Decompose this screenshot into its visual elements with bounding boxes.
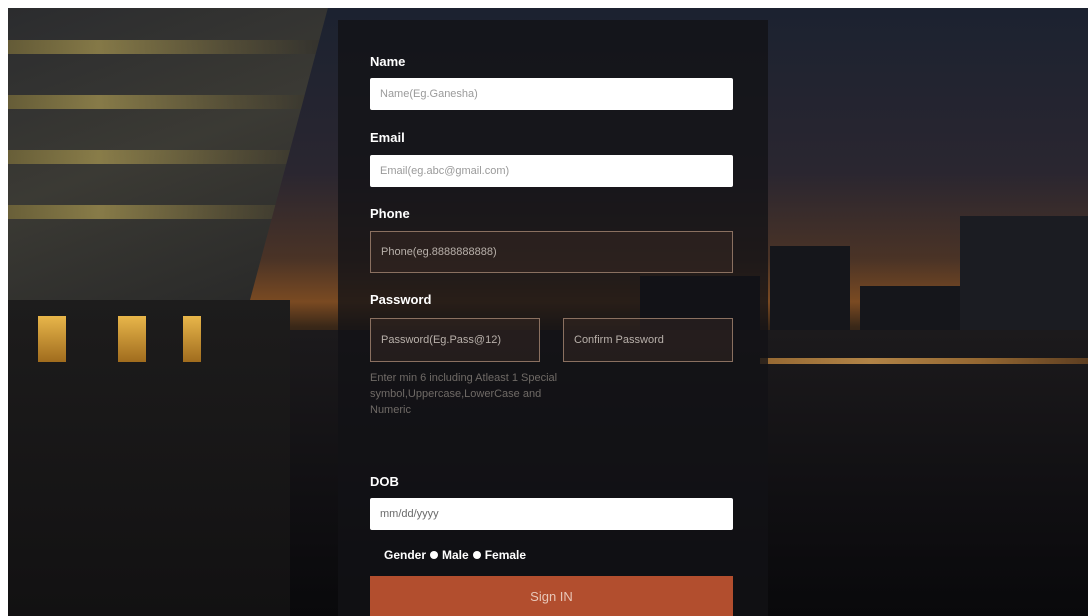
name-label: Name — [370, 54, 406, 69]
gender-male-radio[interactable] — [430, 551, 439, 559]
building-window-band — [0, 40, 330, 54]
gender-male-label[interactable]: Male — [442, 548, 469, 562]
building-window-band — [0, 95, 330, 109]
frame-border — [0, 0, 1088, 8]
phone-label: Phone — [370, 206, 410, 221]
gender-group: Gender Male Female — [384, 548, 526, 562]
email-label: Email — [370, 130, 405, 145]
name-input[interactable]: Name(Eg.Ganesha) — [370, 78, 733, 110]
building-window-band — [0, 150, 330, 164]
dob-input[interactable]: mm/dd/yyyy — [370, 498, 733, 530]
phone-input[interactable]: Phone(eg.8888888888) — [370, 231, 733, 273]
frame-border — [0, 0, 8, 616]
building-window-band — [0, 205, 330, 219]
lit-window — [38, 316, 66, 362]
sign-in-button[interactable]: Sign IN — [370, 576, 733, 616]
gender-female-label[interactable]: Female — [485, 548, 526, 562]
dob-label: DOB — [370, 474, 399, 489]
password-hint: Enter min 6 including Atleast 1 Special … — [370, 372, 558, 416]
password-label: Password — [370, 292, 432, 307]
gender-label: Gender — [384, 548, 427, 562]
water-reflection — [760, 358, 1088, 364]
gender-female-radio[interactable] — [472, 551, 481, 559]
confirm-password-input[interactable]: Confirm Password — [563, 318, 733, 362]
pier — [0, 300, 290, 616]
signup-form-card: Name Name(Eg.Ganesha) Email Email(eg.abc… — [338, 20, 768, 616]
lit-window — [118, 316, 146, 362]
password-input[interactable]: Password(Eg.Pass@12) — [370, 318, 540, 362]
email-input[interactable]: Email(eg.abc@gmail.com) — [370, 155, 733, 187]
lit-window — [183, 316, 201, 362]
